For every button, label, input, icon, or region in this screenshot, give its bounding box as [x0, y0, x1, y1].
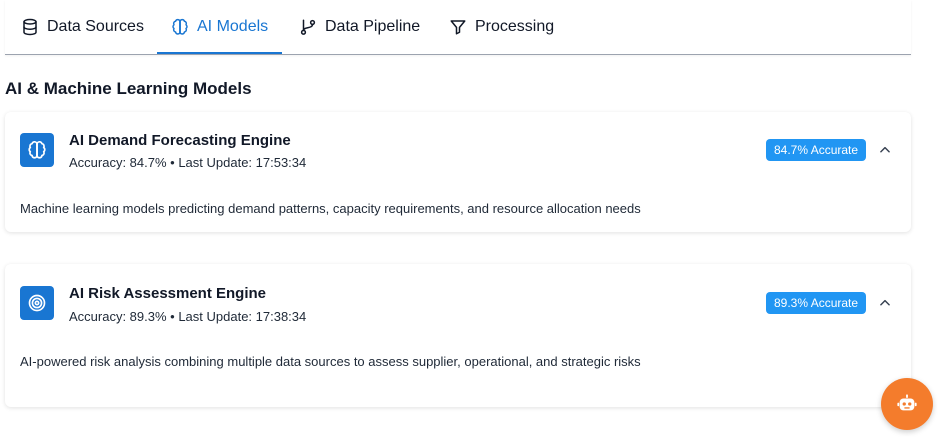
brain-icon	[20, 133, 54, 167]
target-icon	[20, 286, 54, 320]
database-icon	[21, 18, 39, 36]
model-title: AI Risk Assessment Engine	[69, 285, 267, 302]
tab-label: Data Sources	[47, 17, 144, 35]
tab-processing[interactable]: Processing	[449, 0, 554, 53]
model-title: AI Demand Forecasting Engine	[69, 132, 291, 149]
filter-icon	[449, 18, 467, 36]
tab-ai-models[interactable]: AI Models	[157, 0, 283, 54]
model-card-risk-assessment: AI Risk Assessment Engine Accuracy: 89.3…	[5, 264, 911, 407]
model-meta: Accuracy: 84.7% • Last Update: 17:53:34	[69, 155, 307, 170]
tab-label: Processing	[475, 17, 555, 35]
chevron-up-icon[interactable]	[878, 143, 892, 157]
brain-icon	[171, 18, 189, 36]
chatbot-button[interactable]	[881, 378, 933, 430]
page: Data Sources AI Models Data Pipeline Pro…	[0, 0, 938, 437]
model-card-demand-forecasting: AI Demand Forecasting Engine Accuracy: 8…	[5, 112, 911, 232]
tab-label: AI Models	[197, 17, 269, 35]
model-description: Machine learning models predicting deman…	[20, 201, 641, 216]
git-branch-icon	[299, 18, 317, 36]
bot-icon	[896, 393, 918, 415]
model-description: AI-powered risk analysis combining multi…	[20, 354, 641, 369]
tab-label: Data Pipeline	[325, 17, 421, 35]
tab-data-sources[interactable]: Data Sources	[21, 0, 144, 53]
chevron-up-icon[interactable]	[878, 296, 892, 310]
tab-bar: Data Sources AI Models Data Pipeline Pro…	[5, 0, 911, 55]
accuracy-badge: 84.7% Accurate	[766, 139, 867, 161]
section-title: AI & Machine Learning Models	[5, 79, 252, 98]
accuracy-badge: 89.3% Accurate	[766, 292, 867, 314]
tab-data-pipeline[interactable]: Data Pipeline	[299, 0, 420, 53]
model-meta: Accuracy: 89.3% • Last Update: 17:38:34	[69, 309, 307, 324]
